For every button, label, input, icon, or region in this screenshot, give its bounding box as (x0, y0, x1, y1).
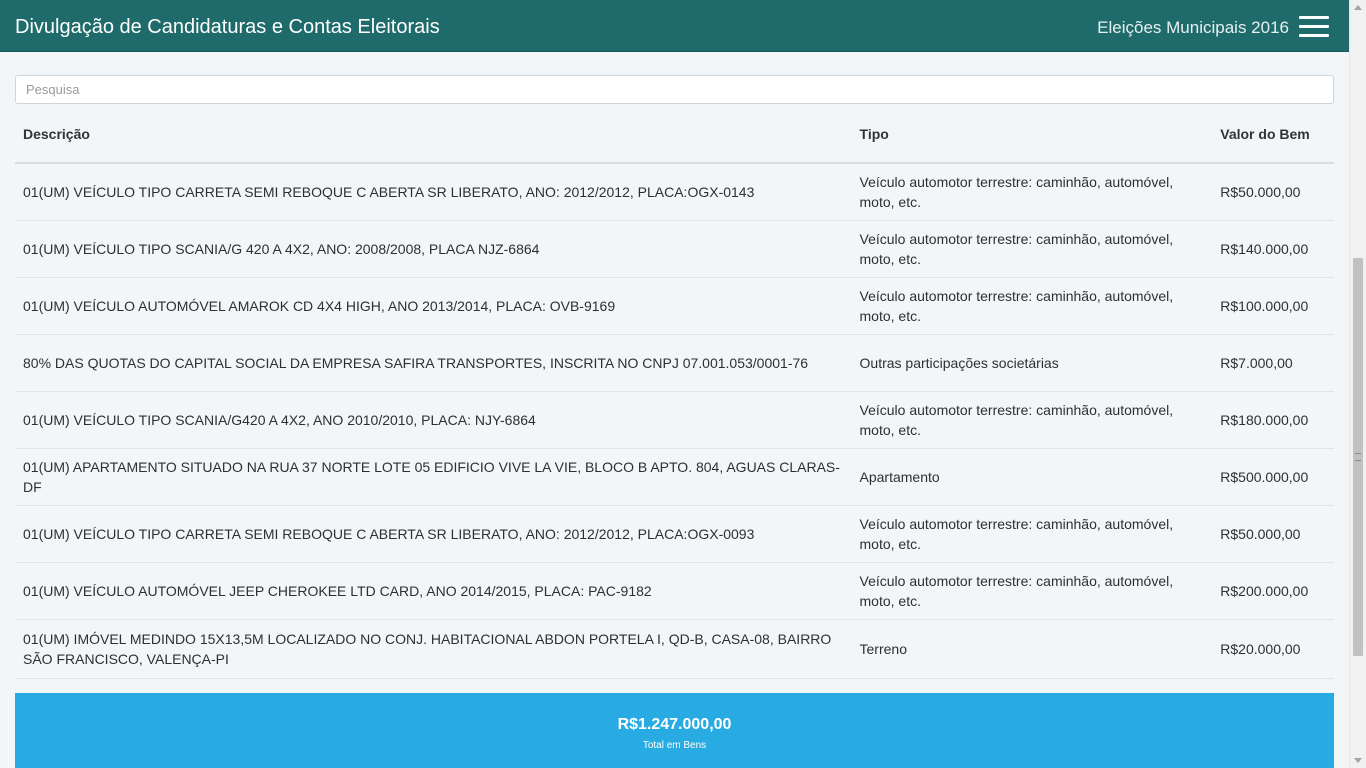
cell-tipo: Veículo automotor terrestre: caminhão, a… (851, 163, 1213, 221)
cell-descricao: 01(UM) VEÍCULO AUTOMÓVEL AMAROK CD 4X4 H… (15, 277, 852, 335)
cell-tipo: Veículo automotor terrestre: caminhão, a… (851, 391, 1213, 449)
cell-descricao: 80% DAS QUOTAS DO CAPITAL SOCIAL DA EMPR… (15, 334, 852, 392)
table-row: 01(UM) VEÍCULO TIPO SCANIA/G420 A 4X2, A… (15, 391, 1334, 449)
total-assets-panel: R$1.247.000,00 Total em Bens (15, 693, 1334, 768)
cell-descricao: 01(UM) IMÓVEL MEDINDO 15X13,5M LOCALIZAD… (15, 619, 852, 679)
scroll-down-arrow-icon[interactable] (1354, 758, 1362, 763)
scrollbar-grip-icon (1355, 453, 1361, 461)
cell-descricao: 01(UM) VEÍCULO TIPO SCANIA/G420 A 4X2, A… (15, 391, 852, 449)
table-row: 01(UM) VEÍCULO AUTOMÓVEL JEEP CHEROKEE L… (15, 562, 1334, 620)
page-title: Divulgação de Candidaturas e Contas Elei… (15, 16, 440, 38)
cell-tipo: Apartamento (851, 448, 1213, 506)
cell-valor: R$100.000,00 (1212, 277, 1334, 335)
election-label: Eleições Municipais 2016 (1097, 18, 1289, 37)
cell-descricao: 01(UM) APARTAMENTO SITUADO NA RUA 37 NOR… (15, 448, 852, 506)
cell-descricao: 01(UM) VEÍCULO TIPO CARRETA SEMI REBOQUE… (15, 163, 852, 221)
table-row: 01(UM) VEÍCULO TIPO CARRETA SEMI REBOQUE… (15, 505, 1334, 563)
cell-valor: R$500.000,00 (1212, 448, 1334, 506)
cell-tipo: Terreno (851, 619, 1213, 679)
table-row: 01(UM) IMÓVEL MEDINDO 15X13,5M LOCALIZAD… (15, 619, 1334, 679)
cell-tipo: Veículo automotor terrestre: caminhão, a… (851, 505, 1213, 563)
cell-tipo: Veículo automotor terrestre: caminhão, a… (851, 277, 1213, 335)
hamburger-menu-icon[interactable] (1299, 16, 1329, 38)
cell-valor: R$200.000,00 (1212, 562, 1334, 620)
table-header-row: Descrição Tipo Valor do Bem (15, 108, 1334, 164)
scroll-up-arrow-icon[interactable] (1354, 5, 1362, 10)
top-navbar: Divulgação de Candidaturas e Contas Elei… (0, 0, 1349, 52)
main-content: Descrição Tipo Valor do Bem 01(UM) VEÍCU… (0, 52, 1349, 768)
cell-tipo: Outras participações societárias (851, 334, 1213, 392)
search-input[interactable] (15, 75, 1334, 104)
vertical-scrollbar[interactable] (1349, 0, 1366, 768)
assets-table: Descrição Tipo Valor do Bem 01(UM) VEÍCU… (15, 108, 1334, 679)
table-row: 80% DAS QUOTAS DO CAPITAL SOCIAL DA EMPR… (15, 334, 1334, 392)
table-row: 01(UM) VEÍCULO TIPO SCANIA/G 420 A 4X2, … (15, 220, 1334, 278)
cell-valor: R$180.000,00 (1212, 391, 1334, 449)
table-row: 01(UM) VEÍCULO AUTOMÓVEL AMAROK CD 4X4 H… (15, 277, 1334, 335)
cell-valor: R$7.000,00 (1212, 334, 1334, 392)
table-row: 01(UM) VEÍCULO TIPO CARRETA SEMI REBOQUE… (15, 163, 1334, 221)
cell-tipo: Veículo automotor terrestre: caminhão, a… (851, 220, 1213, 278)
cell-valor: R$50.000,00 (1212, 163, 1334, 221)
column-header-valor[interactable]: Valor do Bem (1212, 108, 1334, 164)
cell-valor: R$20.000,00 (1212, 619, 1334, 679)
total-amount: R$1.247.000,00 (617, 716, 732, 733)
column-header-tipo[interactable]: Tipo (851, 108, 1213, 164)
cell-valor: R$140.000,00 (1212, 220, 1334, 278)
cell-valor: R$50.000,00 (1212, 505, 1334, 563)
cell-descricao: 01(UM) VEÍCULO AUTOMÓVEL JEEP CHEROKEE L… (15, 562, 852, 620)
cell-tipo: Veículo automotor terrestre: caminhão, a… (851, 562, 1213, 620)
table-row: 01(UM) APARTAMENTO SITUADO NA RUA 37 NOR… (15, 448, 1334, 506)
cell-descricao: 01(UM) VEÍCULO TIPO SCANIA/G 420 A 4X2, … (15, 220, 852, 278)
total-label: Total em Bens (642, 740, 707, 751)
column-header-descricao[interactable]: Descrição (15, 108, 852, 164)
cell-descricao: 01(UM) VEÍCULO TIPO CARRETA SEMI REBOQUE… (15, 505, 852, 563)
